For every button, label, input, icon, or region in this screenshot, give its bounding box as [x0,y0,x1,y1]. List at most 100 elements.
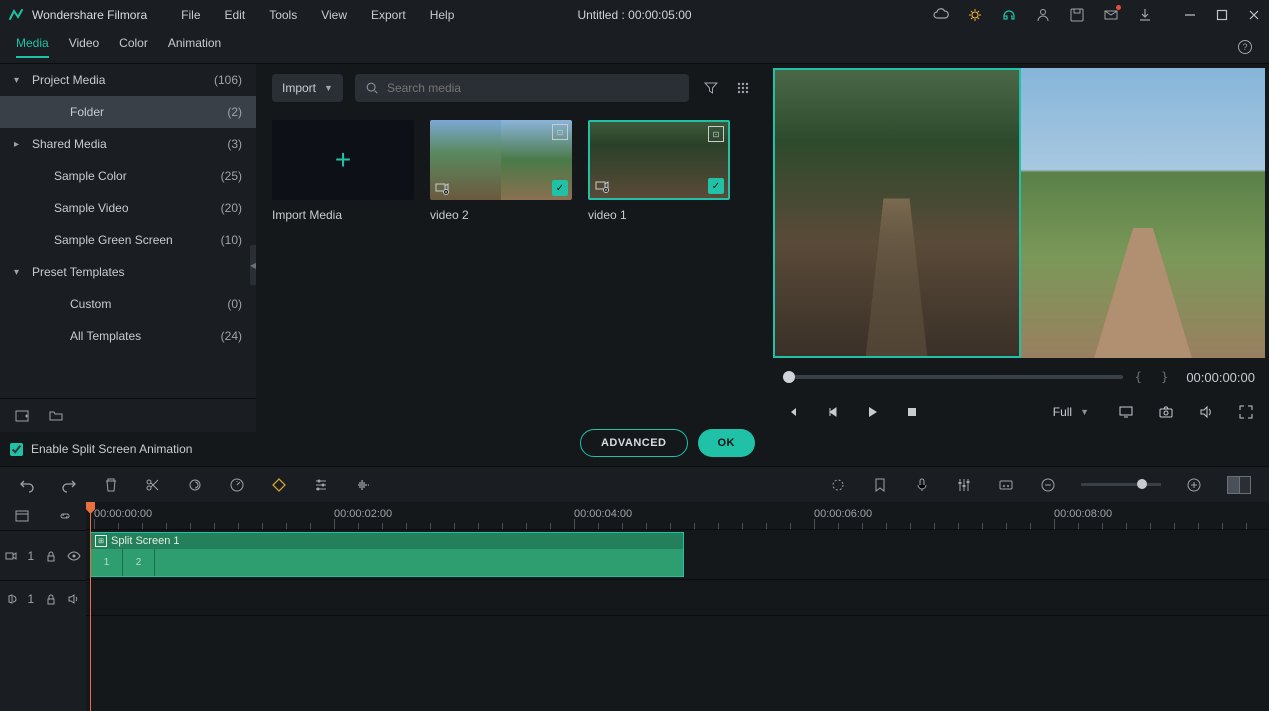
effects-icon[interactable] [967,7,983,23]
preview-canvas[interactable] [773,68,1265,358]
lock-icon[interactable] [45,593,57,605]
stop-button[interactable] [903,403,921,421]
redo-icon[interactable] [60,476,78,494]
audio-track-row[interactable] [86,580,1269,616]
sidebar-item[interactable]: All Templates(24) [0,320,256,352]
audio-track-header[interactable]: 1 [0,580,86,616]
save-icon[interactable] [1069,7,1085,23]
menu-tools[interactable]: Tools [259,4,307,26]
thumbnail-image[interactable]: ⊡ ✓ [588,120,730,200]
snapshot-icon[interactable] [1157,403,1175,421]
sidebar-item[interactable]: Sample Color(25) [0,160,256,192]
link-icon[interactable] [58,509,72,523]
caption-icon[interactable] [997,476,1015,494]
grid-view-icon[interactable] [733,80,753,96]
timeline-ruler[interactable]: 00:00:00:0000:00:02:0000:00:04:0000:00:0… [86,502,1269,530]
prev-frame-button[interactable] [783,403,801,421]
import-media-box[interactable]: + [272,120,414,200]
keyframe-icon[interactable] [270,476,288,494]
expand-icon[interactable]: ⊡ [708,126,724,142]
video-track-header[interactable]: 1 [0,530,86,580]
media-thumbnail[interactable]: ⊡ ✓ video 1 [588,120,730,222]
close-button[interactable] [1247,8,1261,22]
zoom-in-icon[interactable] [1185,476,1203,494]
visibility-icon[interactable] [67,549,81,563]
marker-icon[interactable] [871,476,889,494]
mark-brackets[interactable]: { } [1135,370,1175,384]
timeline-overview[interactable] [1227,476,1251,494]
clip-cell[interactable]: 2 [123,549,155,576]
menu-export[interactable]: Export [361,4,416,26]
sidebar-item[interactable]: ▾Project Media(106) [0,64,256,96]
menu-edit[interactable]: Edit [215,4,256,26]
mute-icon[interactable] [67,592,81,606]
expand-icon[interactable]: ⊡ [552,124,568,140]
mail-icon[interactable] [1103,7,1119,23]
preview-pane-left[interactable] [773,68,1021,358]
adjust-icon[interactable] [312,476,330,494]
zoom-slider[interactable] [1081,483,1161,486]
cloud-icon[interactable] [933,7,949,23]
ok-button[interactable]: OK [698,429,756,457]
thumbnail-image[interactable]: ⊡ ✓ [430,120,572,200]
panel-collapse-handle[interactable]: ◀ [250,245,256,285]
checked-icon[interactable]: ✓ [708,178,724,194]
audio-icon[interactable] [354,476,372,494]
voiceover-icon[interactable] [913,476,931,494]
advanced-button[interactable]: ADVANCED [580,429,688,457]
new-folder-icon[interactable] [14,408,30,424]
import-dropdown[interactable]: Import ▼ [272,74,343,102]
track-options-icon[interactable] [15,509,29,523]
sidebar-item[interactable]: Sample Video(20) [0,192,256,224]
video-track-row[interactable]: ⊞ Split Screen 1 1 2 [86,530,1269,580]
headphones-icon[interactable] [1001,7,1017,23]
folder-icon[interactable] [48,408,64,424]
zoom-out-icon[interactable] [1039,476,1057,494]
tab-media[interactable]: Media [16,36,49,58]
render-icon[interactable] [829,476,847,494]
help-icon[interactable]: ? [1237,39,1253,55]
account-icon[interactable] [1035,7,1051,23]
quality-dropdown[interactable]: Full ▼ [1047,403,1095,421]
play-button[interactable] [863,403,881,421]
playhead[interactable] [90,502,91,711]
filter-icon[interactable] [701,80,721,96]
volume-icon[interactable] [1197,403,1215,421]
sidebar-item[interactable]: ▸Shared Media(3) [0,128,256,160]
sidebar-item[interactable]: Custom(0) [0,288,256,320]
tab-animation[interactable]: Animation [168,36,221,58]
crop-icon[interactable] [186,476,204,494]
media-thumbnail[interactable]: ⊡ ✓ video 2 [430,120,572,222]
minimize-button[interactable] [1183,8,1197,22]
menu-view[interactable]: View [311,4,357,26]
menu-file[interactable]: File [171,4,210,26]
search-input[interactable] [387,81,679,95]
maximize-button[interactable] [1215,8,1229,22]
timeline-clip[interactable]: ⊞ Split Screen 1 1 2 [90,532,684,577]
lock-icon[interactable] [45,550,57,562]
undo-icon[interactable] [18,476,36,494]
add-to-timeline-icon[interactable] [434,180,450,196]
tab-color[interactable]: Color [119,36,148,58]
clip-cell[interactable]: 1 [91,549,123,576]
scrub-slider[interactable] [783,375,1123,379]
sidebar-item[interactable]: Folder(2) [0,96,256,128]
split-screen-animation-toggle[interactable]: Enable Split Screen Animation [0,432,256,466]
speed-icon[interactable] [228,476,246,494]
checked-icon[interactable]: ✓ [552,180,568,196]
timeline-body[interactable]: 00:00:00:0000:00:02:0000:00:04:0000:00:0… [86,502,1269,711]
delete-icon[interactable] [102,476,120,494]
add-to-timeline-icon[interactable] [594,178,610,194]
menu-help[interactable]: Help [420,4,465,26]
sidebar-item[interactable]: ▾Preset Templates [0,256,256,288]
search-box[interactable] [355,74,689,102]
preview-pane-right[interactable] [1021,68,1265,358]
tab-video[interactable]: Video [69,36,99,58]
mixer-icon[interactable] [955,476,973,494]
sidebar-item[interactable]: Sample Green Screen(10) [0,224,256,256]
split-screen-checkbox[interactable] [10,443,23,456]
split-icon[interactable] [144,476,162,494]
play-backward-button[interactable] [823,403,841,421]
download-icon[interactable] [1137,7,1153,23]
display-icon[interactable] [1117,403,1135,421]
